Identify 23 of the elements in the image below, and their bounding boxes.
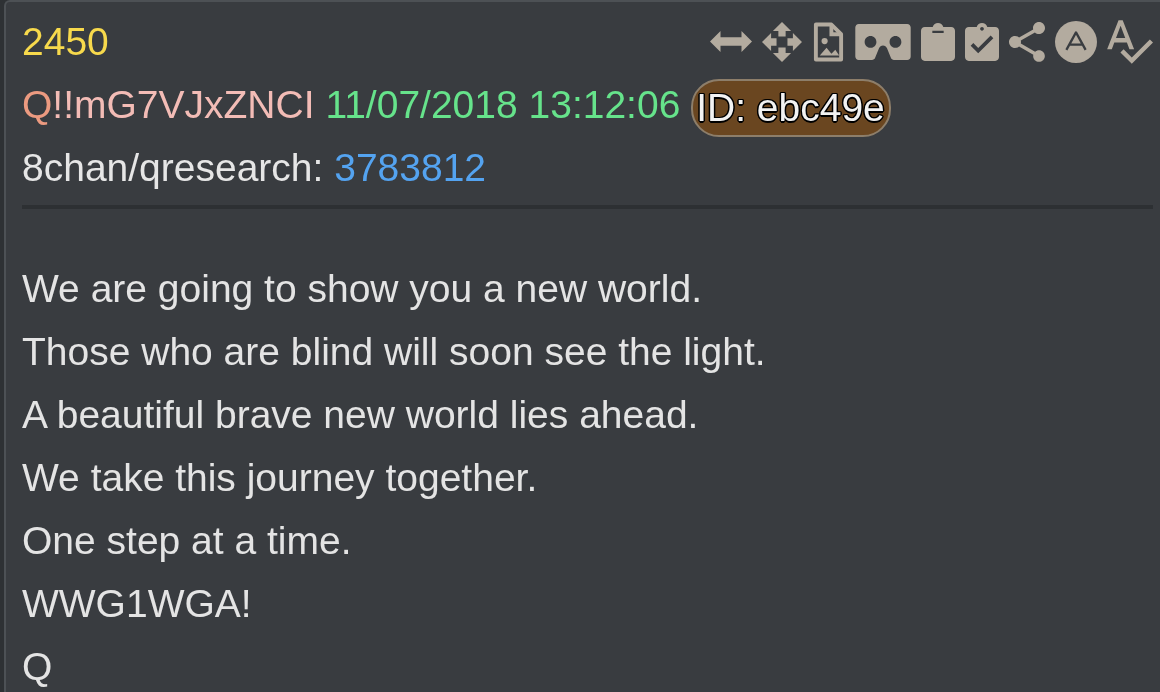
spellcheck-icon[interactable] [1107,19,1153,64]
letter-a-circle-icon[interactable] [1055,20,1097,63]
clipboard-check-icon[interactable] [965,22,999,61]
author-name: Q [22,83,53,126]
post-text-line: We are going to show you a new world. [22,266,703,312]
post-text-line: Q [22,644,54,690]
post-timestamp: 11/07/2018 13:12:06 [325,83,681,126]
board-label: 8chan/qresearch: [22,146,324,189]
post-text-line: Those who are blind will soon see the light. [22,329,767,375]
tripcode: !!mG7VJxZNCI [52,83,315,126]
share-icon[interactable] [1009,21,1045,62]
post-number[interactable]: 2450 [22,10,109,73]
vr-headset-icon[interactable] [855,23,911,60]
post-text-line: A beautiful brave new world lies ahead. [22,392,700,438]
post-text-line: WWG1WGA! [22,581,253,627]
thread-link[interactable]: 3783812 [334,146,487,189]
left-right-arrow-icon[interactable] [710,31,752,52]
image-file-icon[interactable] [812,21,845,62]
poster-id-badge: ID: ebc49e [691,78,891,137]
post-text-line: We take this journey together. [22,455,539,501]
move-arrows-icon[interactable] [762,21,802,62]
clipboard-icon[interactable] [921,22,955,61]
post-text-line: One step at a time. [22,518,353,564]
